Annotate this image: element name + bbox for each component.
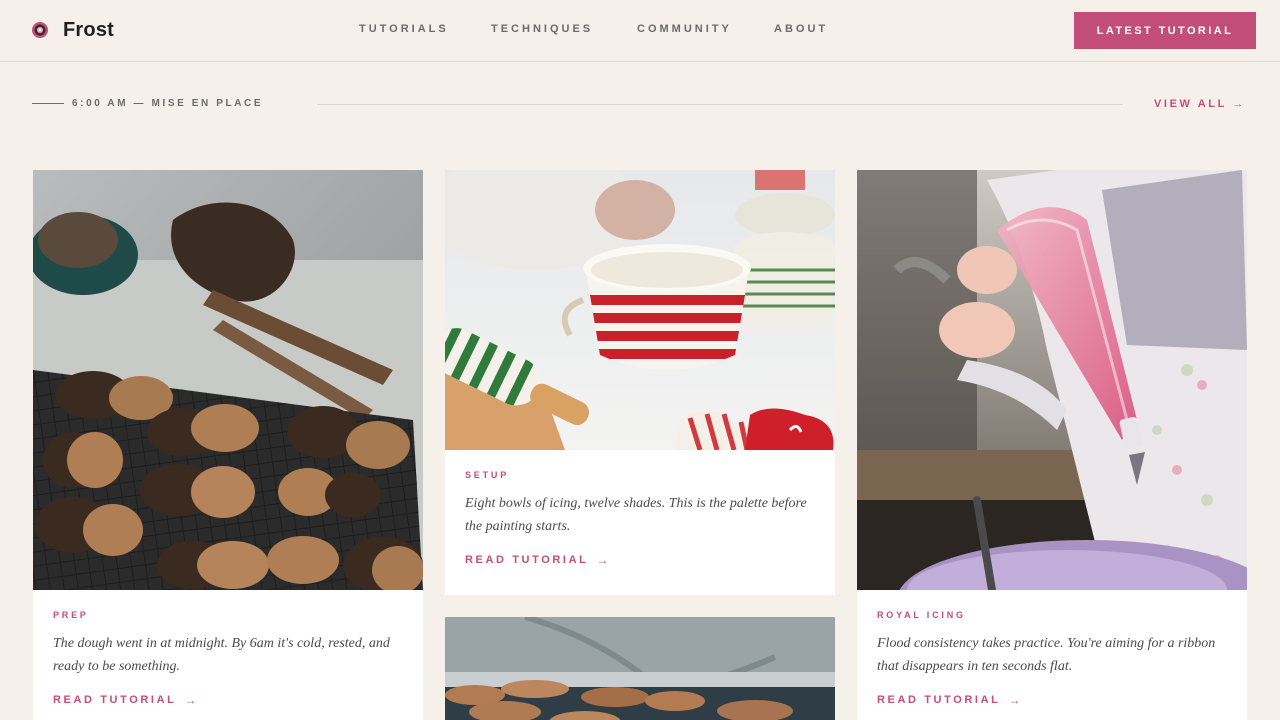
read-tutorial-label: READ TUTORIAL	[53, 694, 177, 706]
section-dash	[32, 103, 64, 104]
card-excerpt: Eight bowls of icing, twelve shades. Thi…	[465, 496, 807, 534]
tutorial-card-setup[interactable]: SETUP Eight bowls of icing, twelve shade…	[445, 170, 835, 595]
card-excerpt: Flood consistency takes practice. You're…	[877, 636, 1216, 674]
tutorial-card-royal-icing[interactable]: ROYAL ICING Flood consistency takes prac…	[857, 170, 1247, 720]
tutorial-card-partial[interactable]	[445, 617, 835, 720]
arrow-right-icon: →	[1008, 693, 1021, 707]
card-tag[interactable]: SETUP	[465, 470, 815, 480]
arrow-right-icon: →	[184, 693, 197, 707]
read-tutorial-link[interactable]: READ TUTORIAL →	[465, 553, 608, 567]
section-label: 6:00 AM — MISE EN PLACE	[72, 98, 264, 109]
read-tutorial-link[interactable]: READ TUTORIAL →	[877, 693, 1020, 707]
nav-about[interactable]: ABOUT	[774, 23, 828, 35]
card-image-piping[interactable]	[857, 170, 1247, 590]
read-tutorial-link[interactable]: READ TUTORIAL →	[53, 693, 196, 707]
card-image-bowls[interactable]	[445, 170, 835, 450]
nav-tutorials[interactable]: TUTORIALS	[359, 23, 449, 35]
card-body: ROYAL ICING Flood consistency takes prac…	[877, 610, 1227, 708]
tutorial-card-prep[interactable]: PREP The dough went in at midnight. By 6…	[33, 170, 423, 720]
site-header: Frost TUTORIALS TECHNIQUES COMMUNITY ABO…	[0, 0, 1280, 62]
arrow-right-icon: →	[596, 553, 609, 567]
section-header: 6:00 AM — MISE EN PLACE VIEW ALL →	[0, 96, 1280, 112]
card-tag[interactable]: PREP	[53, 610, 403, 620]
card-excerpt: The dough went in at midnight. By 6am it…	[53, 636, 390, 674]
card-image-cookie-tray[interactable]	[445, 617, 835, 720]
view-all-link[interactable]: VIEW ALL →	[1154, 98, 1246, 110]
card-body: PREP The dough went in at midnight. By 6…	[53, 610, 403, 708]
section-divider	[317, 104, 1123, 105]
read-tutorial-label: READ TUTORIAL	[465, 554, 589, 566]
read-tutorial-label: READ TUTORIAL	[877, 694, 1001, 706]
card-image-cookies[interactable]	[33, 170, 423, 590]
card-body: SETUP Eight bowls of icing, twelve shade…	[465, 470, 815, 568]
latest-tutorial-button[interactable]: LATEST TUTORIAL	[1074, 12, 1256, 49]
nav-techniques[interactable]: TECHNIQUES	[491, 23, 593, 35]
card-tag[interactable]: ROYAL ICING	[877, 610, 1227, 620]
nav-community[interactable]: COMMUNITY	[637, 23, 732, 35]
